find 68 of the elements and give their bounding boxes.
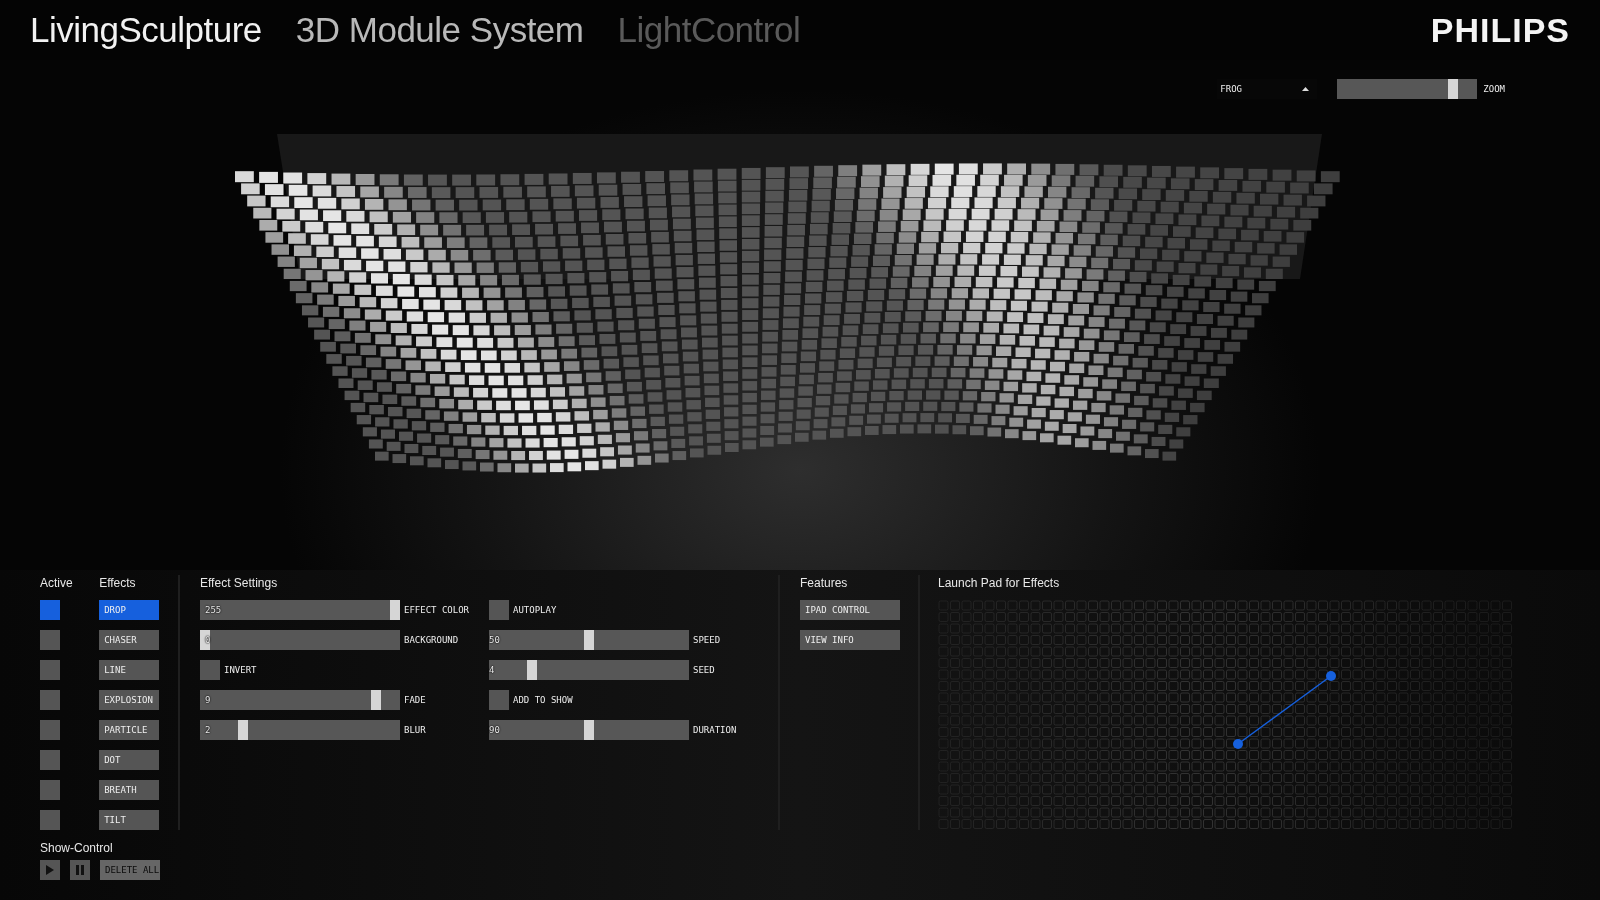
active-checkbox[interactable] bbox=[40, 630, 60, 650]
slider-value: 50 bbox=[489, 634, 500, 647]
app-title: LivingSculpture bbox=[30, 10, 262, 50]
slider[interactable]: 2 bbox=[200, 720, 400, 740]
slider-label: SEED bbox=[693, 665, 715, 675]
active-checkbox[interactable] bbox=[40, 600, 60, 620]
slider[interactable]: 90 bbox=[489, 720, 689, 740]
active-checkbox[interactable] bbox=[40, 750, 60, 770]
caret-icon bbox=[1302, 87, 1310, 91]
slider-value: 4 bbox=[489, 664, 495, 677]
slider-thumb[interactable] bbox=[238, 720, 248, 740]
effect-button[interactable]: EXPLOSION bbox=[99, 690, 160, 710]
feature-button[interactable]: IPAD CONTROL bbox=[800, 600, 900, 620]
effect-button[interactable]: PARTICLE bbox=[99, 720, 160, 740]
launch-pad-grid[interactable] bbox=[938, 600, 1512, 829]
section-heading: Launch Pad for Effects bbox=[938, 575, 1061, 592]
play-button[interactable] bbox=[40, 860, 60, 880]
slider-thumb[interactable] bbox=[1447, 79, 1458, 99]
effect-button[interactable]: CHASER bbox=[99, 630, 160, 650]
slider-thumb[interactable] bbox=[527, 660, 537, 680]
pause-button[interactable] bbox=[70, 860, 90, 880]
section-heading: Effects bbox=[99, 575, 137, 592]
play-icon bbox=[46, 865, 54, 875]
slider-value: 255 bbox=[205, 604, 222, 617]
slider-value: 90 bbox=[489, 724, 500, 737]
active-checkbox[interactable] bbox=[40, 780, 60, 800]
effect-button[interactable]: DROP bbox=[99, 600, 160, 620]
pause-icon bbox=[76, 865, 84, 875]
slider-label: DURATION bbox=[693, 725, 737, 735]
slider-thumb[interactable] bbox=[584, 630, 594, 650]
slider-label: EFFECT COLOR bbox=[404, 605, 470, 615]
slider-label: BLUR bbox=[404, 725, 426, 735]
slider-label: FADE bbox=[404, 695, 426, 705]
app-title: LightControl bbox=[617, 10, 801, 50]
effect-button[interactable]: LINE bbox=[99, 660, 160, 680]
slider[interactable]: 255 bbox=[200, 600, 400, 620]
checkbox[interactable] bbox=[200, 660, 220, 680]
effect-button[interactable]: DOT bbox=[99, 750, 160, 770]
app-title: 3D Module System bbox=[295, 10, 584, 50]
slider-label: SPEED bbox=[693, 635, 721, 645]
section-heading: Active bbox=[40, 575, 74, 592]
slider[interactable]: 4 bbox=[489, 660, 689, 680]
effect-button[interactable]: TILT bbox=[99, 810, 160, 830]
checkbox-label: INVERT bbox=[224, 665, 257, 675]
checkbox-label: AUTOPLAY bbox=[513, 605, 557, 615]
section-heading: Show-Control bbox=[40, 840, 114, 857]
checkbox[interactable] bbox=[489, 600, 509, 620]
slider-thumb[interactable] bbox=[371, 690, 381, 710]
slider-value: 2 bbox=[205, 724, 211, 737]
slider-thumb[interactable] bbox=[390, 600, 400, 620]
active-checkbox[interactable] bbox=[40, 720, 60, 740]
active-checkbox[interactable] bbox=[40, 660, 60, 680]
slider-value: 9 bbox=[205, 694, 211, 707]
slider-thumb[interactable] bbox=[584, 720, 594, 740]
active-checkbox[interactable] bbox=[40, 690, 60, 710]
brand-logo: PHILIPS bbox=[1430, 10, 1570, 50]
section-heading: Features bbox=[800, 575, 849, 592]
zoom-slider[interactable] bbox=[1337, 79, 1478, 99]
active-checkbox[interactable] bbox=[40, 810, 60, 830]
checkbox-label: ADD TO SHOW bbox=[513, 695, 573, 705]
effect-button[interactable]: BREATH bbox=[99, 780, 160, 800]
slider[interactable]: 9 bbox=[200, 690, 400, 710]
slider[interactable]: 50 bbox=[489, 630, 689, 650]
zoom-label: ZOOM bbox=[1483, 84, 1505, 94]
feature-button[interactable]: VIEW INFO bbox=[800, 630, 900, 650]
checkbox[interactable] bbox=[489, 690, 509, 710]
slider-label: BACKGROUND bbox=[404, 635, 459, 645]
section-heading: Effect Settings bbox=[200, 575, 279, 592]
